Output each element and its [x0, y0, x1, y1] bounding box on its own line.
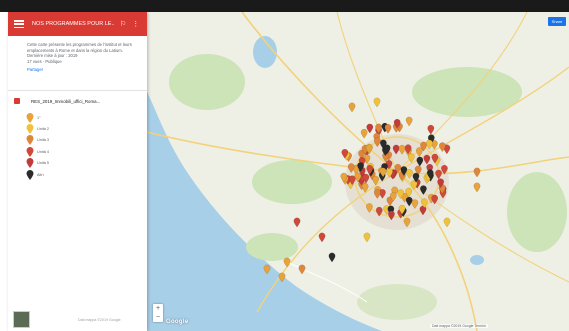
legend-label: Unità 3 [37, 138, 50, 143]
map-pin-icon [26, 158, 34, 169]
map-pin-icon [26, 146, 34, 157]
google-logo: Google [166, 319, 189, 325]
map-canvas[interactable] [147, 12, 569, 331]
basemap-thumbnail[interactable] [13, 311, 30, 328]
map-marker[interactable] [318, 232, 326, 243]
map-marker[interactable] [283, 257, 291, 268]
map-marker[interactable] [293, 217, 301, 228]
map-attribution[interactable]: Dati mappa ©2019 Google Termini [430, 324, 488, 328]
map-marker[interactable] [443, 217, 451, 228]
legend-label: Unità 5 [37, 161, 50, 166]
map-pin-icon [26, 169, 34, 180]
menu-icon[interactable] [14, 20, 24, 28]
footer-text: Dati mappa ©2019 Google [78, 318, 121, 322]
map-marker[interactable] [348, 102, 356, 113]
map-marker[interactable] [298, 264, 306, 275]
zoom-in-button[interactable]: + [156, 305, 160, 312]
legend-label: Unità 2 [37, 127, 50, 132]
map-title[interactable]: NOS PROGRAMMES POUR LE... [32, 21, 114, 27]
map-marker[interactable] [427, 124, 435, 135]
map-marker[interactable] [366, 123, 374, 134]
layer-checkbox[interactable] [14, 98, 20, 104]
layer-row[interactable]: RES_2019_Immobili_uffici_Roma... [8, 96, 147, 106]
views-text: 17 vues · Publique [27, 58, 62, 64]
legend-item[interactable]: Altri [26, 169, 49, 180]
map-marker[interactable] [405, 116, 413, 127]
map-pin-icon [26, 112, 34, 123]
map-marker[interactable] [360, 128, 368, 139]
map-description: Cette carte présente les programmes de l… [27, 42, 137, 64]
sidebar-footer: Dati mappa ©2019 Google [8, 308, 147, 331]
legend-item[interactable]: Unità 5 [26, 158, 49, 169]
map-marker[interactable] [384, 124, 392, 134]
zoom-control: + − [153, 304, 163, 322]
map-marker[interactable] [328, 252, 336, 263]
description-text: Cette carte présente les programmes de l… [27, 42, 132, 59]
legend-item[interactable]: Unità 2 [26, 123, 50, 135]
legend-item[interactable]: 1° [26, 112, 49, 123]
legend-item[interactable]: Unità 4 [26, 146, 49, 157]
map-pin-icon [26, 124, 34, 135]
divider [8, 90, 147, 91]
legend-label: 1° [37, 115, 41, 120]
more-vert-icon[interactable]: ⋮ [132, 20, 139, 28]
legend-item[interactable]: Unità 3 [26, 135, 49, 146]
legend-label: Unità 4 [37, 149, 50, 154]
share-icon[interactable]: ⚐ [120, 20, 126, 28]
layer-title[interactable]: RES_2019_Immobili_uffici_Roma... [31, 99, 131, 104]
share-button[interactable]: Share [548, 17, 566, 26]
legend-label: Altri [37, 172, 44, 177]
sidebar-header: NOS PROGRAMMES POUR LE... ⚐ ⋮ [8, 12, 147, 36]
map-marker[interactable] [363, 232, 371, 243]
map-pin-icon [26, 135, 34, 146]
map-marker[interactable] [473, 167, 481, 178]
app-frame: NOS PROGRAMMES POUR LE... ⚐ ⋮ Cette cart… [0, 0, 569, 331]
map-marker[interactable] [473, 182, 481, 193]
share-link[interactable]: Partager [27, 67, 43, 72]
zoom-out-button[interactable]: − [156, 314, 160, 321]
map-marker[interactable] [373, 97, 381, 108]
layer-legend: 1° Unità 2 Unità 3 Unità 4 Unità 5 Altri [26, 112, 49, 180]
map-base [147, 12, 569, 331]
map-sidebar: NOS PROGRAMMES POUR LE... ⚐ ⋮ Cette cart… [8, 12, 147, 331]
window-top-bar [0, 0, 569, 12]
